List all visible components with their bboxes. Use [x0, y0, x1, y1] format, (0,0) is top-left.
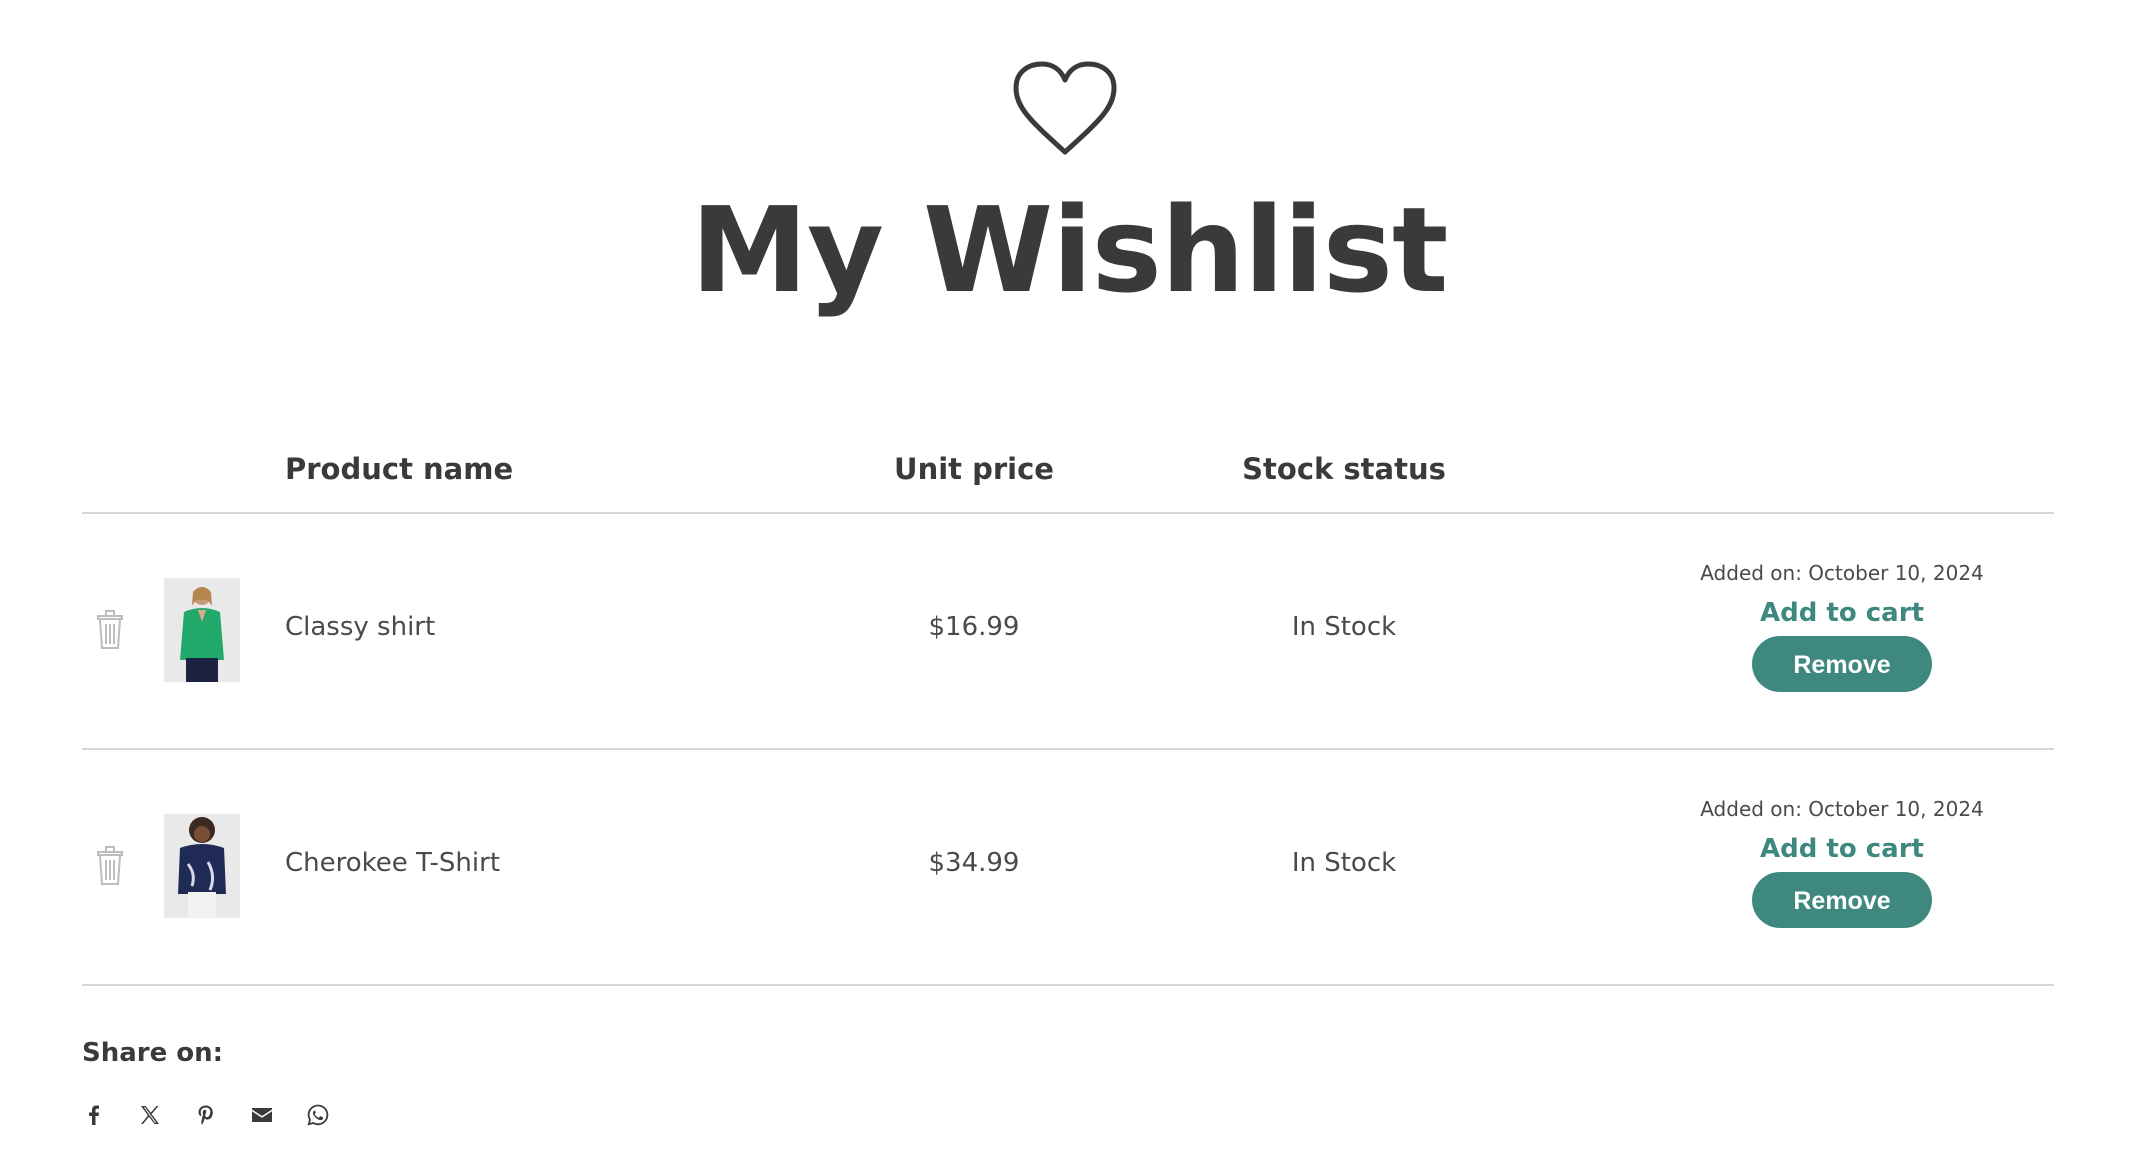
row-actions: Added on: October 10, 2024 Add to cart R… — [1612, 794, 2072, 928]
pinterest-icon[interactable] — [194, 1100, 250, 1130]
header-stock-status: Stock status — [1242, 452, 1446, 486]
x-icon[interactable] — [138, 1100, 194, 1130]
header-product-name: Product name — [285, 452, 514, 486]
page-title: My Wishlist — [690, 181, 1449, 319]
add-to-cart-link[interactable]: Add to cart — [1612, 832, 2072, 866]
remove-button[interactable]: Remove — [1752, 872, 1932, 928]
product-name-link[interactable]: Cherokee T-Shirt — [285, 848, 500, 878]
whatsapp-icon[interactable] — [306, 1100, 362, 1130]
wishlist-table: Product name Unit price Stock status Cla… — [82, 430, 2054, 986]
share-icons — [82, 1100, 362, 1130]
unit-price: $16.99 — [928, 612, 1020, 642]
stock-status: In Stock — [1291, 848, 1397, 878]
product-thumbnail[interactable] — [164, 814, 240, 918]
share-label: Share on: — [82, 1038, 224, 1068]
product-thumbnail[interactable] — [164, 578, 240, 682]
header-unit-price: Unit price — [894, 452, 1054, 486]
added-date: Added on: October 10, 2024 — [1700, 797, 1984, 821]
table-row: Cherokee T-Shirt $34.99 In Stock Added o… — [82, 750, 2054, 986]
email-icon[interactable] — [250, 1100, 306, 1130]
added-date: Added on: October 10, 2024 — [1700, 561, 1984, 585]
unit-price: $34.99 — [928, 848, 1020, 878]
add-to-cart-link[interactable]: Add to cart — [1612, 596, 2072, 630]
remove-button[interactable]: Remove — [1752, 636, 1932, 692]
heart-icon — [1013, 61, 1117, 155]
table-header: Product name Unit price Stock status — [82, 430, 2054, 514]
product-name-link[interactable]: Classy shirt — [285, 612, 435, 642]
trash-icon[interactable] — [96, 610, 124, 650]
row-actions: Added on: October 10, 2024 Add to cart R… — [1612, 558, 2072, 692]
trash-icon[interactable] — [96, 846, 124, 886]
table-row: Classy shirt $16.99 In Stock Added on: O… — [82, 514, 2054, 750]
stock-status: In Stock — [1291, 612, 1397, 642]
facebook-icon[interactable] — [82, 1100, 138, 1130]
